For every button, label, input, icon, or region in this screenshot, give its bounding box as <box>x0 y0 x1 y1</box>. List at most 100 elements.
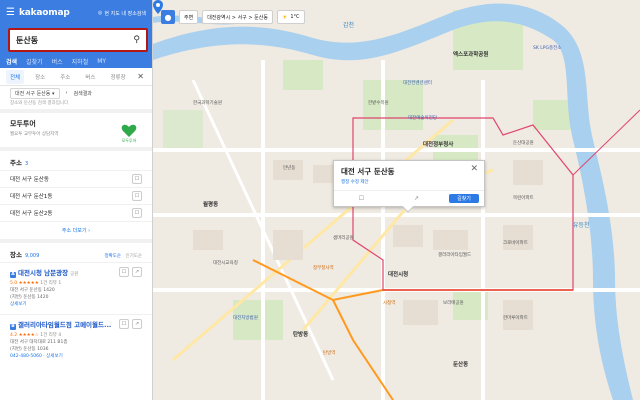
place-reviews[interactable]: 1건 리뷰 4 <box>40 333 61 338</box>
place-rating: 5.0 ★★★★★ <box>10 281 39 286</box>
address-item[interactable]: 대전 서구 둔산1동 ☐ <box>0 187 152 204</box>
result-note: 장소와 둔산동 검색 결과입니다 <box>10 101 69 106</box>
subway-line <box>252 259 573 302</box>
weather-temp: 1°C <box>290 14 300 20</box>
park-area <box>233 300 283 340</box>
tab-search[interactable]: 검색 <box>6 57 17 66</box>
modetour-logo: 모두투어 <box>122 124 137 143</box>
close-icon[interactable]: ✕ <box>137 72 144 81</box>
nearby-label: 주변 <box>184 14 194 21</box>
search-icon[interactable]: ⚲ <box>133 35 140 45</box>
popup-title: 대전 서구 둔산동 <box>341 167 395 176</box>
map-canvas[interactable]: 갑천 유등천 엑스포과학공원 대전컨벤션센터 SK LPG충전소 한국과학기술원… <box>153 0 640 400</box>
ad-logo-text: 모두투어 <box>122 137 137 143</box>
address-label: 대전 서구 둔산2동 <box>10 211 53 217</box>
place-count: 9,009 <box>24 253 40 259</box>
place-reviews[interactable]: 1건 리뷰 1 <box>40 281 61 286</box>
crumb-result: 검색결과 <box>73 90 92 97</box>
tab-my[interactable]: MY <box>97 58 106 65</box>
ad-banner[interactable]: 모두투어 월요투 교무투어 상담지역 모두투어 <box>0 113 152 147</box>
tab-subway[interactable]: 지하철 <box>72 57 89 66</box>
location-pin-icon[interactable] <box>153 0 163 14</box>
address-item[interactable]: 대전 서구 둔산2동 ☐ <box>0 204 152 221</box>
place-sub-address: (지번) 둔산동 1036 <box>10 347 49 352</box>
filter-bus[interactable]: 버스 <box>81 70 99 84</box>
marker-b-icon: B <box>10 324 16 330</box>
bookmark-icon[interactable]: ☐ <box>132 191 142 201</box>
filter-all[interactable]: 전체 <box>6 69 25 84</box>
share-icon[interactable]: ↗ <box>132 267 142 277</box>
region-path[interactable]: 대전광역시 > 서구 > 둔산동 <box>202 10 273 24</box>
place-sub-address: (지번) 둔산동 1420 <box>10 295 49 300</box>
route-button[interactable]: 길찾기 <box>449 194 479 203</box>
place-rating-row: 5.0 ★★★★★ 1건 리뷰 1 <box>10 280 142 286</box>
address-section-title: 주소 <box>10 159 22 167</box>
place-address: 대전 서구 대덕대로 211 B1층 <box>10 340 68 345</box>
search-input[interactable] <box>16 35 134 45</box>
kakaomap-logo[interactable]: kakaomap <box>19 8 70 18</box>
bookmark-icon[interactable]: ☐ <box>132 208 142 218</box>
park-area <box>163 110 203 150</box>
tab-directions[interactable]: 길찾기 <box>26 57 43 66</box>
place-detail-link[interactable]: 042-480-5060 · 상세보기 <box>10 353 142 359</box>
region-path-label: 대전광역시 > 서구 > 둔산동 <box>207 14 268 21</box>
place-item[interactable]: A 대전시청 남문광장 공원 5.0 ★★★★★ 1건 리뷰 1 대전 서구 둔산동… <box>0 262 152 314</box>
address-label: 대전 서구 둔산1동 <box>10 194 53 200</box>
info-popup: 대전 서구 둔산동 ✕ 행정 수정 제안 ☐ ↗ 길찾기 <box>333 160 485 213</box>
tab-bus[interactable]: 버스 <box>52 57 63 66</box>
sun-icon: ☀ <box>281 13 288 21</box>
sort-accuracy[interactable]: 정확도순 <box>104 254 121 259</box>
left-panel: ☰ kakaomap ◎ 현 지도 내 장소검색 ⚲ 검색 길찾기 버스 지하철… <box>0 0 153 400</box>
park-area <box>363 80 423 130</box>
filter-place[interactable]: 장소 <box>31 70 49 84</box>
location-hint[interactable]: ◎ 현 지도 내 장소검색 <box>98 10 146 17</box>
address-label: 대전 서구 둔산동 <box>10 177 49 183</box>
mode-tabs: 검색 길찾기 버스 지하철 MY <box>0 54 152 68</box>
place-actions: ☐ ↗ <box>119 267 142 277</box>
search-box: ⚲ <box>8 28 148 52</box>
nearby-button[interactable]: 주변 <box>179 10 199 24</box>
address-count: 3 <box>24 161 29 167</box>
region-select-label: 대전 서구 둔산동 <box>15 90 51 97</box>
place-item[interactable]: B 갤러리아타임월드점 고메이월드... 4.2 ★★★★☆ 1건 리뷰 4 대전… <box>0 314 152 366</box>
place-address: 대전 서구 둔산동 1420 <box>10 288 55 293</box>
marker-a-icon: A <box>10 272 16 278</box>
filter-address[interactable]: 주소 <box>56 70 74 84</box>
map-toolbar: ● 주변 대전광역시 > 서구 > 둔산동 ☀ 1°C <box>161 10 305 24</box>
place-name[interactable]: 갤러리아타임월드점 고메이월드... <box>18 321 111 329</box>
address-more-link[interactable]: 주소 더보기 › <box>0 221 152 239</box>
place-actions: ☐ ↗ <box>119 319 142 329</box>
bookmark-icon[interactable]: ☐ <box>132 174 142 184</box>
park-area <box>283 60 323 90</box>
address-more-label: 주소 더보기 <box>61 228 87 234</box>
bookmark-icon[interactable]: ☐ <box>334 191 389 206</box>
brand-row: ☰ kakaomap ◎ 현 지도 내 장소검색 <box>6 6 146 20</box>
result-filter-tabs: 전체 장소 주소 버스 정류장 ✕ <box>0 68 152 86</box>
my-location-button[interactable]: ● <box>161 10 175 24</box>
place-detail-link[interactable]: 상세보기 <box>10 301 142 307</box>
sort-options: 정확도순 인기도순 <box>104 253 142 259</box>
weather-chip[interactable]: ☀ 1°C <box>276 10 305 24</box>
place-rating: 4.2 ★★★★☆ <box>10 333 39 338</box>
crumb-chevron-icon: › <box>65 90 68 96</box>
filter-stop[interactable]: 정류장 <box>107 70 130 84</box>
bookmark-icon[interactable]: ☐ <box>119 267 129 277</box>
menu-icon[interactable]: ☰ <box>6 8 15 18</box>
share-icon[interactable]: ↗ <box>389 191 444 206</box>
place-section-header: 장소 9,009 정확도순 인기도순 <box>0 243 152 262</box>
bookmark-icon[interactable]: ☐ <box>119 319 129 329</box>
region-select[interactable]: 대전 서구 둔산동 ▾ <box>10 87 60 99</box>
place-rating-row: 4.2 ★★★★☆ 1건 리뷰 4 <box>10 332 142 338</box>
place-section-title: 장소 <box>10 251 22 259</box>
route-label: 길찾기 <box>457 196 471 202</box>
popup-edit-link[interactable]: 행정 수정 제안 <box>341 179 369 185</box>
sort-popularity[interactable]: 인기도순 <box>125 254 142 259</box>
region-crumb: 대전 서구 둔산동 ▾ › 검색결과 <box>0 86 152 100</box>
place-name[interactable]: 대전시청 남문광장 <box>18 269 68 277</box>
address-item[interactable]: 대전 서구 둔산동 ☐ <box>0 170 152 187</box>
close-icon[interactable]: ✕ <box>470 164 478 174</box>
park-area <box>533 100 573 130</box>
header-bar: ☰ kakaomap ◎ 현 지도 내 장소검색 ⚲ <box>0 0 152 54</box>
place-category: 공원 <box>70 272 79 277</box>
share-icon[interactable]: ↗ <box>132 319 142 329</box>
